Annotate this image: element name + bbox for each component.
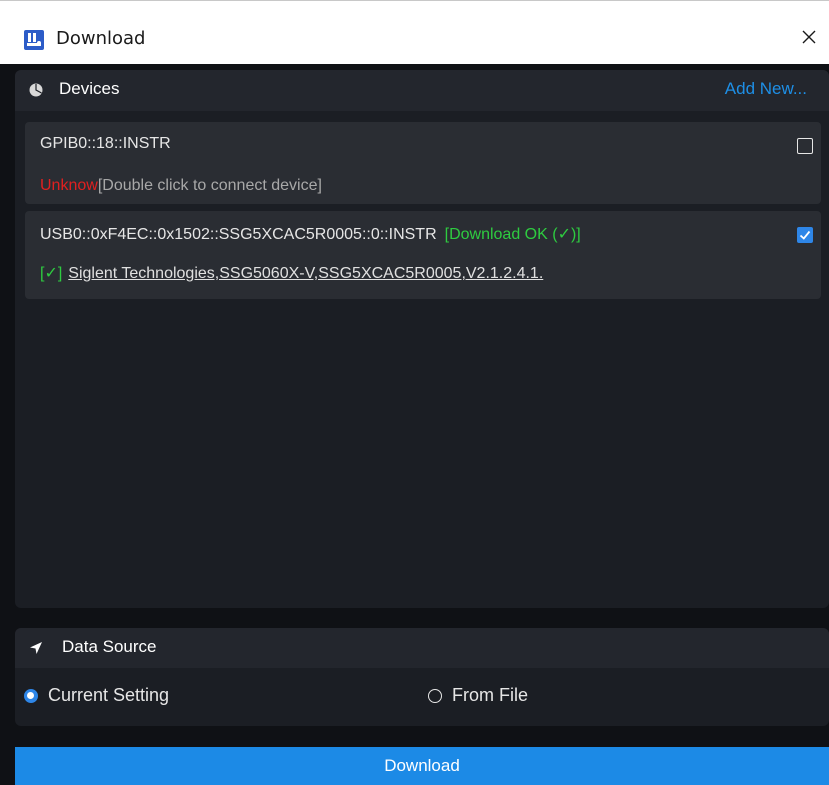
devices-title: Devices [59,79,120,98]
check-icon [799,230,811,240]
device-name: GPIB0::18::INSTR [40,135,171,152]
close-icon [802,30,816,44]
device-idn-line: [✓] Siglent Technologies,SSG5060X-V,SSG5X… [40,263,543,283]
device-card-usb[interactable]: USB0::0xF4EC::0x1502::SSG5XCAC5R0005::0:… [25,211,821,299]
add-new-device-link[interactable]: Add New... [725,79,807,99]
devices-header: Devices Add New... [15,70,829,111]
radio-button[interactable] [428,688,442,703]
navigation-arrow-icon [30,642,42,654]
download-status: [Download OK (✓)] [444,226,581,243]
cube-icon [29,83,43,97]
device-select-checkbox[interactable] [797,138,813,154]
radio-button-selected[interactable] [24,688,38,703]
devices-panel: Devices Add New... GPIB0::18::INSTR Unkn… [15,70,829,608]
radio-from-file[interactable]: From File [428,685,528,706]
connect-hint: [Double click to connect device] [97,177,322,194]
radio-current-setting[interactable]: Current Setting [24,685,169,706]
device-name-line: USB0::0xF4EC::0x1502::SSG5XCAC5R0005::0:… [40,224,581,244]
connected-ok-mark: [✓] [40,265,63,282]
data-source-header: Data Source [15,628,829,668]
window-title: Download [56,28,146,49]
radio-label: From File [452,685,528,705]
instrument-app-icon [24,30,44,50]
data-source-title: Data Source [62,637,157,656]
title-bar: Download [0,0,829,64]
device-status-line: Unknow[Double click to connect device] [40,177,322,195]
radio-label: Current Setting [48,685,170,705]
device-card-gpib[interactable]: GPIB0::18::INSTR Unknow[Double click to … [25,122,821,204]
device-name: USB0::0xF4EC::0x1502::SSG5XCAC5R0005::0:… [40,226,437,243]
device-status-unknown: Unknow [40,177,98,194]
device-idn-link[interactable]: Siglent Technologies,SSG5060X-V,SSG5XCAC… [68,265,543,282]
device-select-checkbox[interactable] [797,227,813,243]
data-source-panel: Data Source Current Setting From File [15,628,829,726]
download-button[interactable]: Download [15,747,829,785]
close-button[interactable] [789,15,829,59]
